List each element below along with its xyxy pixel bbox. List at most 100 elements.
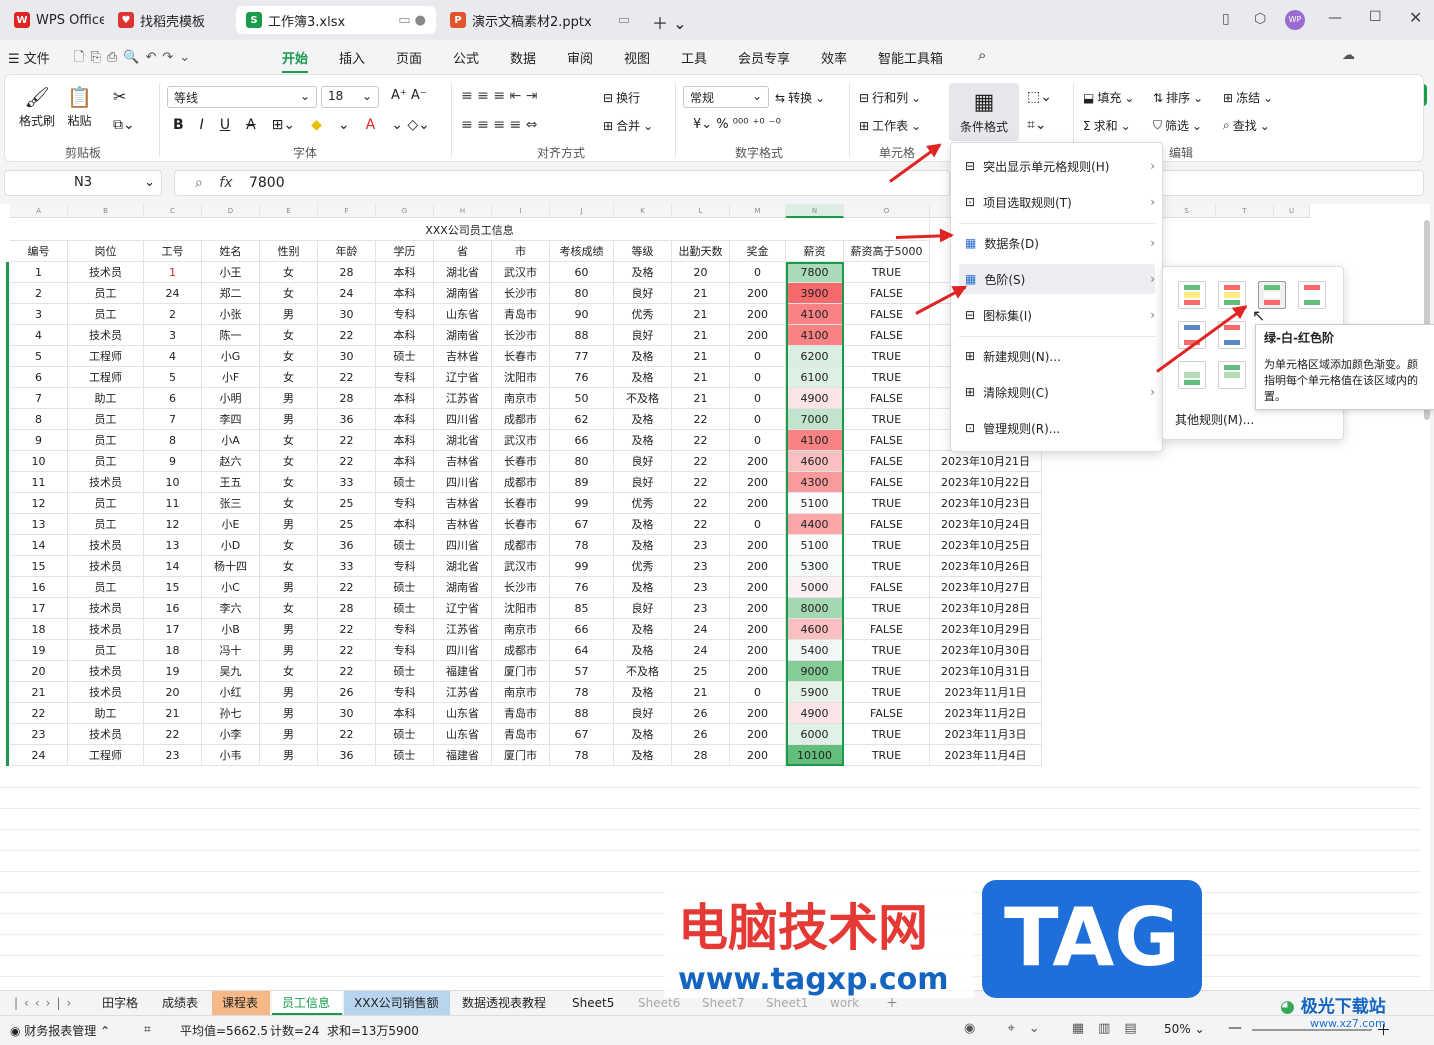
table-cell[interactable]: 本科 — [376, 451, 434, 472]
salary-cell[interactable]: 5100 — [786, 535, 844, 556]
column-header[interactable]: S — [1158, 204, 1216, 218]
table-cell[interactable]: 杨十四 — [202, 556, 260, 577]
table-cell[interactable]: 0 — [730, 367, 786, 388]
table-cell[interactable]: 2023年11月3日 — [930, 724, 1042, 745]
table-cell[interactable]: 22 — [672, 409, 730, 430]
header-cell[interactable]: 奖金 — [730, 241, 786, 262]
vertical-align-icons[interactable]: ≡ ≡ ≡ ⇤ ⇥ — [461, 88, 537, 104]
table-cell[interactable]: 青岛市 — [492, 724, 550, 745]
table-cell[interactable]: 36 — [318, 409, 376, 430]
table-cell[interactable]: 22 — [318, 430, 376, 451]
sheet-tab[interactable]: 数据透视表教程 — [452, 991, 560, 1015]
table-cell[interactable]: 1 — [144, 262, 202, 283]
salary-cell[interactable]: 4600 — [786, 619, 844, 640]
search-icon[interactable]: ⌕ — [978, 46, 986, 64]
table-cell[interactable]: 22 — [672, 451, 730, 472]
table-cell[interactable]: 女 — [260, 535, 318, 556]
table-cell[interactable]: 江苏省 — [434, 682, 492, 703]
table-cell[interactable]: 张三 — [202, 493, 260, 514]
table-cell[interactable]: 硕士 — [376, 745, 434, 766]
table-cell[interactable]: 及格 — [614, 745, 672, 766]
table-cell[interactable]: 硕士 — [376, 472, 434, 493]
formula-input[interactable]: ⌕ fx 7800 — [174, 170, 950, 196]
table-cell[interactable]: 良好 — [614, 283, 672, 304]
column-header[interactable]: I — [492, 204, 550, 218]
table-cell[interactable]: 28 — [318, 262, 376, 283]
table-cell[interactable]: 工程师 — [68, 346, 144, 367]
table-cell[interactable]: 9 — [10, 430, 68, 451]
table-cell[interactable]: 男 — [260, 304, 318, 325]
salary-cell[interactable]: 4100 — [786, 304, 844, 325]
table-cell[interactable]: 女 — [260, 430, 318, 451]
table-cell[interactable]: 长春市 — [492, 346, 550, 367]
column-header[interactable]: L — [672, 204, 730, 218]
header-cell[interactable]: 性别 — [260, 241, 318, 262]
table-cell[interactable]: 200 — [730, 745, 786, 766]
salary-cell[interactable]: 5900 — [786, 682, 844, 703]
menu-clear-rules[interactable]: ⊞ 清除规则(C) › — [959, 377, 1155, 407]
column-header[interactable]: E — [260, 204, 318, 218]
table-cell[interactable]: 及格 — [614, 577, 672, 598]
table-cell[interactable]: 33 — [318, 556, 376, 577]
table-cell[interactable]: TRUE — [844, 535, 930, 556]
sheet-tab[interactable]: 成绩表 — [152, 991, 210, 1015]
table-cell[interactable]: 23 — [672, 556, 730, 577]
table-cell[interactable]: 67 — [550, 724, 614, 745]
table-cell[interactable]: FALSE — [844, 451, 930, 472]
table-cell[interactable]: 0 — [730, 346, 786, 367]
menu-color-scales[interactable]: ▦ 色阶(S) › — [959, 264, 1155, 294]
table-cell[interactable]: 12 — [144, 514, 202, 535]
column-header[interactable]: B — [68, 204, 144, 218]
table-cell[interactable]: 员工 — [68, 430, 144, 451]
table-cell[interactable]: 23 — [672, 598, 730, 619]
table-cell[interactable]: 山东省 — [434, 703, 492, 724]
table-cell[interactable]: 21 — [672, 283, 730, 304]
table-cell[interactable]: 成都市 — [492, 640, 550, 661]
table-cell[interactable]: 28 — [318, 388, 376, 409]
table-cell[interactable]: 0 — [730, 682, 786, 703]
table-cell[interactable]: 男 — [260, 577, 318, 598]
cube-icon[interactable]: ⬡ — [1254, 11, 1266, 27]
tab-insert[interactable]: 插入 — [339, 48, 365, 67]
table-cell[interactable]: 本科 — [376, 283, 434, 304]
table-cell[interactable]: FALSE — [844, 703, 930, 724]
table-cell[interactable]: 200 — [730, 535, 786, 556]
table-cell[interactable]: 22 — [318, 661, 376, 682]
font-name-select[interactable]: 等线 ⌄ — [167, 86, 317, 108]
table-cell[interactable]: 200 — [730, 598, 786, 619]
tab-page[interactable]: 页面 — [396, 48, 422, 67]
table-cell[interactable]: 21 — [672, 346, 730, 367]
sheet-tab[interactable]: Sheet5 — [562, 991, 624, 1015]
table-cell[interactable]: 及格 — [614, 640, 672, 661]
tab-wps-office[interactable]: W WPS Office — [4, 6, 104, 34]
table-cell[interactable]: 优秀 — [614, 304, 672, 325]
crop-icon[interactable]: ⌗⌄ — [1027, 117, 1047, 133]
header-cell[interactable]: 市 — [492, 241, 550, 262]
table-cell[interactable]: 10 — [10, 451, 68, 472]
salary-cell[interactable]: 6100 — [786, 367, 844, 388]
table-cell[interactable]: 11 — [144, 493, 202, 514]
salary-cell[interactable]: 10100 — [786, 745, 844, 766]
table-cell[interactable]: 李四 — [202, 409, 260, 430]
horizontal-align-icons[interactable]: ≡ ≡ ≡ ≡ ⇔ — [461, 117, 537, 133]
table-cell[interactable]: 福建省 — [434, 661, 492, 682]
table-cell[interactable]: 技术员 — [68, 598, 144, 619]
more-rules-link[interactable]: 其他规则(M)... — [1175, 411, 1254, 428]
table-cell[interactable]: 小红 — [202, 682, 260, 703]
table-cell[interactable]: 22 — [672, 493, 730, 514]
table-cell[interactable]: 24 — [672, 619, 730, 640]
table-cell[interactable]: 22 — [10, 703, 68, 724]
table-cell[interactable]: 76 — [550, 577, 614, 598]
salary-cell[interactable]: 7800 — [786, 262, 844, 283]
table-cell[interactable]: 24 — [672, 640, 730, 661]
table-cell[interactable]: 及格 — [614, 409, 672, 430]
table-cell[interactable]: 技术员 — [68, 724, 144, 745]
table-cell[interactable]: 湖南省 — [434, 283, 492, 304]
table-cell[interactable]: 厦门市 — [492, 745, 550, 766]
cloud-icon[interactable]: ☁ — [1342, 48, 1355, 63]
header-cell[interactable]: 年龄 — [318, 241, 376, 262]
table-cell[interactable]: 湖北省 — [434, 430, 492, 451]
maximize-icon[interactable]: ☐ — [1369, 9, 1382, 25]
find-button[interactable]: ⌕ 查找 ⌄ — [1223, 117, 1270, 134]
table-cell[interactable]: 成都市 — [492, 535, 550, 556]
